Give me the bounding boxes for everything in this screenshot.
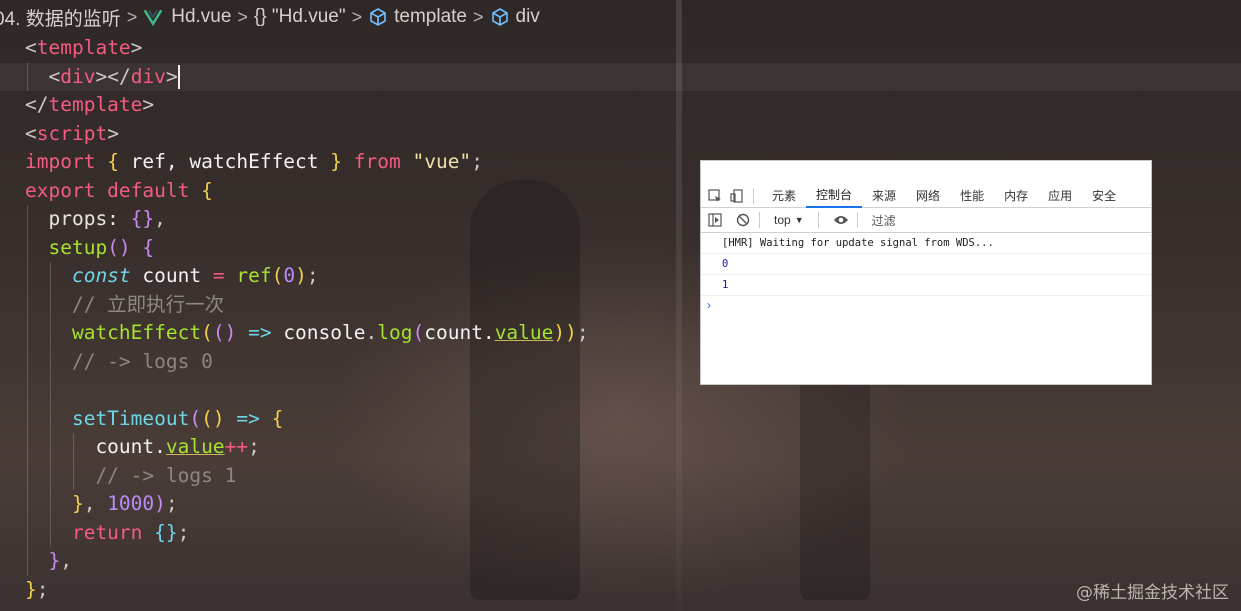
toolbar-divider — [759, 212, 760, 228]
indent-guide — [27, 433, 28, 462]
indent-guide — [50, 461, 51, 490]
indent-guide — [73, 433, 74, 462]
indent-guide — [73, 461, 74, 490]
indent-guide — [27, 319, 28, 348]
indent-guide — [50, 404, 51, 433]
indent-guide — [27, 290, 28, 319]
code-line-active: <div></div> — [0, 62, 1241, 91]
indent-guide — [27, 547, 28, 576]
tab-memory[interactable]: 内存 — [994, 185, 1038, 207]
indent-guide — [27, 518, 28, 547]
toolbar-divider — [817, 212, 819, 228]
code-line: <script> — [25, 121, 119, 145]
indent-guide — [50, 376, 51, 405]
sidebar-toggle-icon[interactable] — [707, 212, 723, 228]
breadcrumb-template[interactable]: template — [368, 6, 467, 28]
indent-guide — [27, 262, 28, 291]
device-toolbar-icon[interactable] — [729, 188, 745, 204]
indent-guide — [27, 376, 28, 405]
console-message: 1 — [701, 275, 1151, 296]
tab-sources[interactable]: 来源 — [862, 185, 906, 207]
context-selector[interactable]: top ▼ — [774, 213, 804, 227]
code-line: <template> — [25, 36, 143, 59]
watermark: @稀土掘金技术社区 — [1076, 583, 1229, 603]
breadcrumb-div[interactable]: div — [490, 6, 540, 28]
tab-performance[interactable]: 性能 — [950, 185, 994, 207]
toolbar-divider — [753, 188, 754, 204]
text-cursor — [177, 65, 180, 89]
toolbar-divider — [856, 212, 858, 228]
indent-guide — [27, 233, 28, 262]
breadcrumb-file[interactable]: Hd.vue — [143, 6, 231, 28]
tab-application[interactable]: 应用 — [1038, 185, 1082, 207]
tab-elements[interactable]: 元素 — [762, 185, 806, 207]
vue-logo-icon — [143, 9, 163, 26]
clear-console-icon[interactable] — [735, 212, 751, 228]
indent-guide — [27, 347, 28, 376]
breadcrumb-folder[interactable]: 04. 数据的监听 — [0, 4, 121, 31]
symbol-cube-icon — [370, 8, 386, 26]
console-toolbar: top ▼ 过滤 — [701, 208, 1151, 233]
chevron-right-icon: > — [237, 6, 248, 27]
indent-guide — [50, 518, 51, 547]
tab-console[interactable]: 控制台 — [806, 184, 863, 208]
code-line: return {}; — [0, 518, 1241, 547]
console-message: 0 — [701, 254, 1151, 275]
indent-guide — [50, 290, 51, 319]
tab-security[interactable]: 安全 — [1082, 185, 1126, 207]
indent-guide — [27, 404, 28, 433]
code-line: </template> — [25, 93, 155, 116]
indent-guide — [27, 205, 28, 234]
code-line: }; — [25, 577, 49, 601]
indent-guide — [50, 347, 51, 376]
code-line: }, — [0, 547, 1241, 576]
eye-icon[interactable] — [833, 212, 849, 228]
indent-guide — [50, 319, 51, 348]
breadcrumb: 04. 数据的监听 > Hd.vue > {} "Hd.vue" > templ… — [0, 0, 1241, 34]
console-message: [HMR] Waiting for update signal from WDS… — [701, 233, 1151, 254]
chevron-right-icon: > — [473, 6, 484, 27]
inspect-element-icon[interactable] — [707, 188, 723, 204]
symbol-cube-icon — [491, 8, 508, 26]
devtools-tab-bar: 元素 控制台 来源 网络 性能 内存 应用 安全 — [701, 185, 1151, 208]
console-prompt[interactable]: › — [701, 296, 1151, 314]
indent-guide — [27, 461, 28, 490]
indent-guide — [50, 433, 51, 462]
indent-guide — [50, 490, 51, 519]
devtools-console-panel[interactable]: 元素 控制台 来源 网络 性能 内存 应用 安全 top ▼ 过滤 [HMR] W… — [701, 161, 1151, 384]
chevron-right-icon: > — [126, 6, 138, 27]
code-line: // -> logs 1 — [0, 461, 1241, 490]
filter-input[interactable]: 过滤 — [872, 212, 896, 229]
code-line: }, 1000); — [0, 490, 1241, 519]
code-line: count.value++; — [0, 433, 1241, 462]
chevron-right-icon: > — [351, 6, 363, 27]
indent-guide — [50, 262, 51, 291]
indent-guide — [27, 490, 28, 519]
breadcrumb-module[interactable]: {} "Hd.vue" — [254, 6, 346, 28]
tab-network[interactable]: 网络 — [906, 185, 950, 207]
indent-guide — [27, 62, 28, 91]
caret-down-icon: ▼ — [794, 215, 804, 225]
code-line: setTimeout(() => { — [0, 404, 1241, 433]
